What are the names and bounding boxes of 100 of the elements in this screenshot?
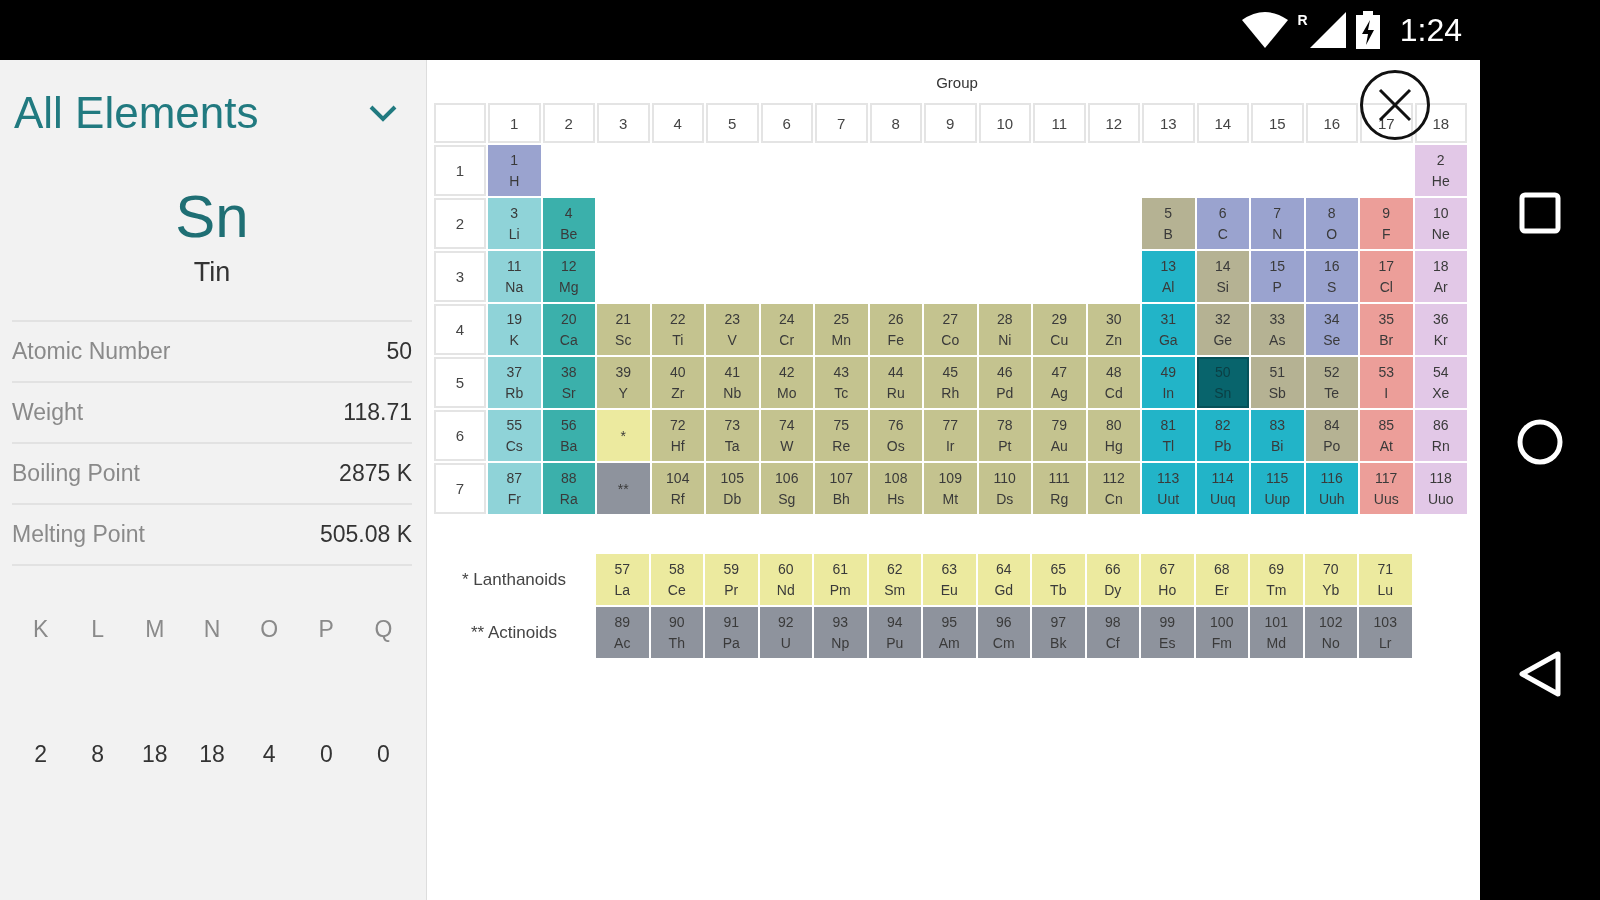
element-tile[interactable]: 57 La — [596, 554, 649, 605]
element-tile[interactable]: 67 Ho — [1141, 554, 1194, 605]
element-tile[interactable]: 26 Fe — [869, 304, 922, 355]
element-tile[interactable]: 88 Ra — [542, 463, 595, 514]
element-tile[interactable]: 4 Be — [542, 198, 595, 249]
element-filter-dropdown[interactable]: All Elements — [12, 60, 412, 138]
element-tile[interactable]: 74 W — [760, 410, 813, 461]
element-tile[interactable]: 19 K — [488, 304, 541, 355]
element-tile[interactable]: 63 Eu — [923, 554, 976, 605]
element-tile[interactable]: 27 Co — [924, 304, 977, 355]
element-tile[interactable]: 49 In — [1142, 357, 1195, 408]
element-tile[interactable]: 24 Cr — [760, 304, 813, 355]
element-tile[interactable]: 114 Uuq — [1196, 463, 1249, 514]
element-tile[interactable]: 34 Se — [1305, 304, 1358, 355]
element-tile[interactable]: 62 Sm — [868, 554, 921, 605]
element-tile[interactable]: 98 Cf — [1086, 607, 1139, 658]
element-tile[interactable]: 15 P — [1251, 251, 1304, 302]
element-tile[interactable]: 93 Np — [814, 607, 867, 658]
element-tile[interactable]: 109 Mt — [924, 463, 977, 514]
element-tile[interactable]: 45 Rh — [924, 357, 977, 408]
element-tile[interactable]: 111 Rg — [1033, 463, 1086, 514]
element-tile[interactable]: 1 H — [488, 145, 541, 196]
element-tile[interactable]: 92 U — [759, 607, 812, 658]
element-tile[interactable]: 58 Ce — [650, 554, 703, 605]
element-tile[interactable]: 39 Y — [597, 357, 650, 408]
element-tile[interactable]: 53 I — [1360, 357, 1413, 408]
element-tile[interactable]: 5 B — [1142, 198, 1195, 249]
series-marker-tile[interactable]: * — [597, 410, 650, 461]
element-tile[interactable]: 61 Pm — [814, 554, 867, 605]
element-tile[interactable]: 83 Bi — [1251, 410, 1304, 461]
element-tile[interactable]: 54 Xe — [1414, 357, 1467, 408]
element-tile[interactable]: 51 Sb — [1251, 357, 1304, 408]
element-tile[interactable]: 90 Th — [650, 607, 703, 658]
element-tile[interactable]: 80 Hg — [1087, 410, 1140, 461]
element-tile[interactable]: 107 Bh — [815, 463, 868, 514]
close-button[interactable] — [1360, 70, 1430, 140]
element-tile[interactable]: 95 Am — [923, 607, 976, 658]
element-tile[interactable]: 79 Au — [1033, 410, 1086, 461]
element-tile[interactable]: 103 Lr — [1359, 607, 1412, 658]
element-tile[interactable]: 64 Gd — [977, 554, 1030, 605]
element-tile[interactable]: 96 Cm — [977, 607, 1030, 658]
element-tile[interactable]: 71 Lu — [1359, 554, 1412, 605]
element-tile[interactable]: 108 Hs — [869, 463, 922, 514]
element-tile[interactable]: 23 V — [706, 304, 759, 355]
element-tile[interactable]: 41 Nb — [706, 357, 759, 408]
element-tile[interactable]: 115 Uup — [1251, 463, 1304, 514]
element-tile[interactable]: 2 He — [1414, 145, 1467, 196]
element-tile[interactable]: 84 Po — [1305, 410, 1358, 461]
element-tile[interactable]: 75 Re — [815, 410, 868, 461]
element-tile[interactable]: 43 Tc — [815, 357, 868, 408]
element-tile[interactable]: 7 N — [1251, 198, 1304, 249]
element-tile[interactable]: 30 Zn — [1087, 304, 1140, 355]
element-tile[interactable]: 22 Ti — [651, 304, 704, 355]
element-tile[interactable]: 56 Ba — [542, 410, 595, 461]
element-tile[interactable]: 68 Er — [1195, 554, 1248, 605]
series-marker-tile[interactable]: ** — [597, 463, 650, 514]
element-tile[interactable]: 113 Uut — [1142, 463, 1195, 514]
element-tile[interactable]: 99 Es — [1141, 607, 1194, 658]
element-tile[interactable]: 21 Sc — [597, 304, 650, 355]
element-tile[interactable]: 13 Al — [1142, 251, 1195, 302]
element-tile[interactable]: 86 Rn — [1414, 410, 1467, 461]
element-tile[interactable]: 52 Te — [1305, 357, 1358, 408]
element-tile[interactable]: 28 Ni — [978, 304, 1031, 355]
element-tile[interactable]: 10 Ne — [1414, 198, 1467, 249]
element-tile[interactable]: 42 Mo — [760, 357, 813, 408]
element-tile[interactable]: 8 O — [1305, 198, 1358, 249]
element-tile[interactable]: 94 Pu — [868, 607, 921, 658]
element-tile[interactable]: 70 Yb — [1304, 554, 1357, 605]
element-tile[interactable]: 76 Os — [869, 410, 922, 461]
element-tile[interactable]: 69 Tm — [1250, 554, 1303, 605]
element-tile[interactable]: 106 Sg — [760, 463, 813, 514]
element-tile[interactable]: 81 Tl — [1142, 410, 1195, 461]
element-tile[interactable]: 11 Na — [488, 251, 541, 302]
element-tile[interactable]: 105 Db — [706, 463, 759, 514]
element-tile[interactable]: 117 Uus — [1360, 463, 1413, 514]
element-tile[interactable]: 87 Fr — [488, 463, 541, 514]
element-tile[interactable]: 77 Ir — [924, 410, 977, 461]
element-tile[interactable]: 25 Mn — [815, 304, 868, 355]
element-tile[interactable]: 110 Ds — [978, 463, 1031, 514]
element-tile[interactable]: 3 Li — [488, 198, 541, 249]
element-tile[interactable]: 112 Cn — [1087, 463, 1140, 514]
element-tile[interactable]: 17 Cl — [1360, 251, 1413, 302]
element-tile[interactable]: 46 Pd — [978, 357, 1031, 408]
element-tile[interactable]: 104 Rf — [651, 463, 704, 514]
element-tile[interactable]: 36 Kr — [1414, 304, 1467, 355]
element-tile[interactable]: 66 Dy — [1086, 554, 1139, 605]
element-tile[interactable]: 59 Pr — [705, 554, 758, 605]
element-tile[interactable]: 33 As — [1251, 304, 1304, 355]
element-tile[interactable]: 14 Si — [1196, 251, 1249, 302]
element-tile[interactable]: 100 Fm — [1195, 607, 1248, 658]
element-tile[interactable]: 37 Rb — [488, 357, 541, 408]
element-tile[interactable]: 78 Pt — [978, 410, 1031, 461]
element-tile[interactable]: 12 Mg — [542, 251, 595, 302]
element-tile[interactable]: 102 No — [1304, 607, 1357, 658]
element-tile[interactable]: 35 Br — [1360, 304, 1413, 355]
element-tile[interactable]: 101 Md — [1250, 607, 1303, 658]
element-tile[interactable]: 47 Ag — [1033, 357, 1086, 408]
element-tile[interactable]: 9 F — [1360, 198, 1413, 249]
element-tile[interactable]: 55 Cs — [488, 410, 541, 461]
element-tile[interactable]: 91 Pa — [705, 607, 758, 658]
